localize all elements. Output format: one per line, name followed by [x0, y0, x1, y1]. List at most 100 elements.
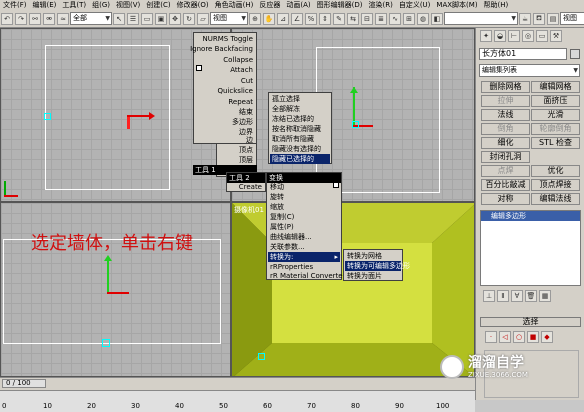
menu-item-polygon[interactable]: 多边形: [232, 117, 253, 127]
normal-button[interactable]: 法线: [481, 109, 530, 121]
menu-item-convert-to-editable-poly[interactable]: 转换为可编辑多边形: [345, 261, 410, 271]
menu-item-quickslice[interactable]: Quickslice: [218, 86, 254, 96]
menu-item-curve-editor[interactable]: 曲线编辑器...: [270, 232, 312, 242]
menu-item-wire-parameters[interactable]: 关联参数...: [270, 242, 305, 252]
menu-item-move[interactable]: 移动: [270, 182, 284, 192]
redo-icon[interactable]: ↷: [15, 12, 27, 25]
menu-group[interactable]: 组(G): [89, 0, 113, 10]
quick-render-icon[interactable]: ☕: [519, 12, 531, 25]
manipulate-icon[interactable]: ✋: [263, 12, 275, 25]
spinner-snap-icon[interactable]: ⇕: [319, 12, 331, 25]
gizmo-y-axis[interactable]: [107, 257, 109, 293]
menu-maxscript[interactable]: MAX脚本(M): [433, 0, 480, 10]
tessellate-button[interactable]: 细化: [481, 137, 530, 149]
select-arrow-icon[interactable]: ↖: [113, 12, 125, 25]
align-icon[interactable]: ⊟: [361, 12, 373, 25]
percent-snap-icon[interactable]: %: [305, 12, 317, 25]
viewport-left[interactable]: 选定墙体，单击右键: [0, 202, 231, 377]
menu-item-freeze-selection[interactable]: 冻结已选择的: [272, 114, 314, 124]
link-icon[interactable]: ⚯: [29, 12, 41, 25]
undo-icon[interactable]: ↶: [1, 12, 13, 25]
menu-item-convert-to[interactable]: 转换为:: [268, 252, 340, 262]
render-type-icon[interactable]: ▤: [547, 12, 559, 25]
unlink-icon[interactable]: ⚮: [43, 12, 55, 25]
menu-item-properties[interactable]: 属性(P): [270, 222, 294, 232]
element-icon[interactable]: ◆: [541, 331, 553, 343]
menu-tools[interactable]: 工具(T): [59, 0, 89, 10]
menu-character[interactable]: 角色动画(H): [212, 0, 257, 10]
hierarchy-tab-icon[interactable]: ⊢: [508, 30, 520, 42]
region-select-icon[interactable]: ▭: [141, 12, 153, 25]
menu-edit[interactable]: 编辑(E): [30, 0, 60, 10]
menu-item-clone[interactable]: 复制(C): [270, 212, 294, 222]
menu-create[interactable]: 创建(C): [143, 0, 173, 10]
symmetry-button[interactable]: 对称: [481, 193, 530, 205]
menu-item-rotate[interactable]: 旋转: [270, 192, 284, 202]
settings-box-icon[interactable]: [333, 182, 339, 188]
menu-item-edge[interactable]: 边: [246, 135, 253, 145]
snap-icon[interactable]: ⊿: [277, 12, 289, 25]
menu-item-nurms-toggle[interactable]: NURMS Toggle: [203, 34, 253, 44]
move-icon[interactable]: ✥: [169, 12, 181, 25]
edit-normals-button[interactable]: 编辑法线: [531, 193, 580, 205]
configure-sets-icon[interactable]: ▦: [539, 290, 551, 302]
mirror-icon[interactable]: ⇆: [347, 12, 359, 25]
show-end-result-icon[interactable]: Ⅱ: [497, 290, 509, 302]
layer-icon[interactable]: ≣: [375, 12, 387, 25]
named-selection-sets-select[interactable]: [444, 12, 518, 25]
menu-item-ignore-backfacing[interactable]: Ignore Backfacing: [190, 44, 253, 54]
edit-mesh-button[interactable]: 编辑网格: [531, 81, 580, 93]
stack-item-edit-poly[interactable]: 编辑多边形: [481, 211, 580, 221]
menu-item-rr-material-converter[interactable]: rR Material Converter: [270, 271, 346, 281]
menu-item-hide-selection[interactable]: 隐藏已选择的: [270, 154, 330, 164]
select-by-name-icon[interactable]: ☰: [127, 12, 139, 25]
scale-icon[interactable]: ▱: [197, 12, 209, 25]
menu-reactor[interactable]: 反应器: [256, 0, 283, 10]
edge-icon[interactable]: ◁: [499, 331, 511, 343]
selection-rollout-header[interactable]: 选择: [480, 317, 581, 327]
menu-view[interactable]: 视图(V): [113, 0, 143, 10]
reference-coord-select[interactable]: 视图: [210, 12, 248, 25]
menu-item-unhide-by-name[interactable]: 按名称取消隐藏: [272, 124, 321, 134]
border-icon[interactable]: ○: [513, 331, 525, 343]
extrude-button[interactable]: 拉伸: [481, 95, 530, 107]
menu-file[interactable]: 文件(F): [0, 0, 30, 10]
face-extrude-button[interactable]: 面挤压: [531, 95, 580, 107]
menu-item-end[interactable]: 结束: [239, 107, 253, 117]
delete-mesh-button[interactable]: 删除网格: [481, 81, 530, 93]
chamfer-button[interactable]: 倒角: [481, 123, 530, 135]
vertex-icon[interactable]: ·: [485, 331, 497, 343]
schematic-icon[interactable]: ⊞: [403, 12, 415, 25]
menu-customize[interactable]: 自定义(U): [396, 0, 434, 10]
menu-item-isolate-selection[interactable]: 孤立选择: [272, 94, 300, 104]
remove-modifier-icon[interactable]: 🗑: [525, 290, 537, 302]
menu-item-top-level[interactable]: 顶层: [239, 155, 253, 165]
render-scene-icon[interactable]: ◧: [431, 12, 443, 25]
object-name-field[interactable]: 长方体01: [479, 48, 567, 60]
track-bar[interactable]: 0 10 20 30 40 50 60 70 80 90 100: [0, 390, 475, 412]
menu-rendering[interactable]: 渲染(R): [366, 0, 396, 10]
polygon-icon[interactable]: ■: [527, 331, 539, 343]
render-last-icon[interactable]: ⛾: [533, 12, 545, 25]
material-editor-icon[interactable]: ◍: [417, 12, 429, 25]
utilities-tab-icon[interactable]: ⚒: [550, 30, 562, 42]
menu-item-vertex[interactable]: 顶点: [239, 145, 253, 155]
window-crossing-icon[interactable]: ▣: [155, 12, 167, 25]
stl-check-button[interactable]: STL 检查: [531, 137, 580, 149]
settings-box-icon[interactable]: [196, 65, 202, 71]
motion-tab-icon[interactable]: ◎: [522, 30, 534, 42]
vertex-weld2-button[interactable]: 顶点焊接: [531, 179, 580, 191]
menu-animation[interactable]: 动画(A): [283, 0, 313, 10]
viewport-label[interactable]: 摄像机01: [234, 205, 264, 215]
multires-button[interactable]: 百分比敲减: [481, 179, 530, 191]
menu-item-repeat[interactable]: Repeat: [228, 97, 253, 107]
menu-modifiers[interactable]: 修改器(O): [174, 0, 212, 10]
cap-holes-button[interactable]: 封闭孔洞: [481, 151, 530, 163]
selection-filter-select[interactable]: 全部: [70, 12, 112, 25]
smooth-button[interactable]: 光滑: [531, 109, 580, 121]
curve-editor-icon[interactable]: ∿: [389, 12, 401, 25]
named-selection-icon[interactable]: ✎: [333, 12, 345, 25]
rotate-icon[interactable]: ↻: [183, 12, 195, 25]
menu-item-collapse[interactable]: Collapse: [223, 55, 253, 65]
bind-icon[interactable]: ≈: [57, 12, 69, 25]
